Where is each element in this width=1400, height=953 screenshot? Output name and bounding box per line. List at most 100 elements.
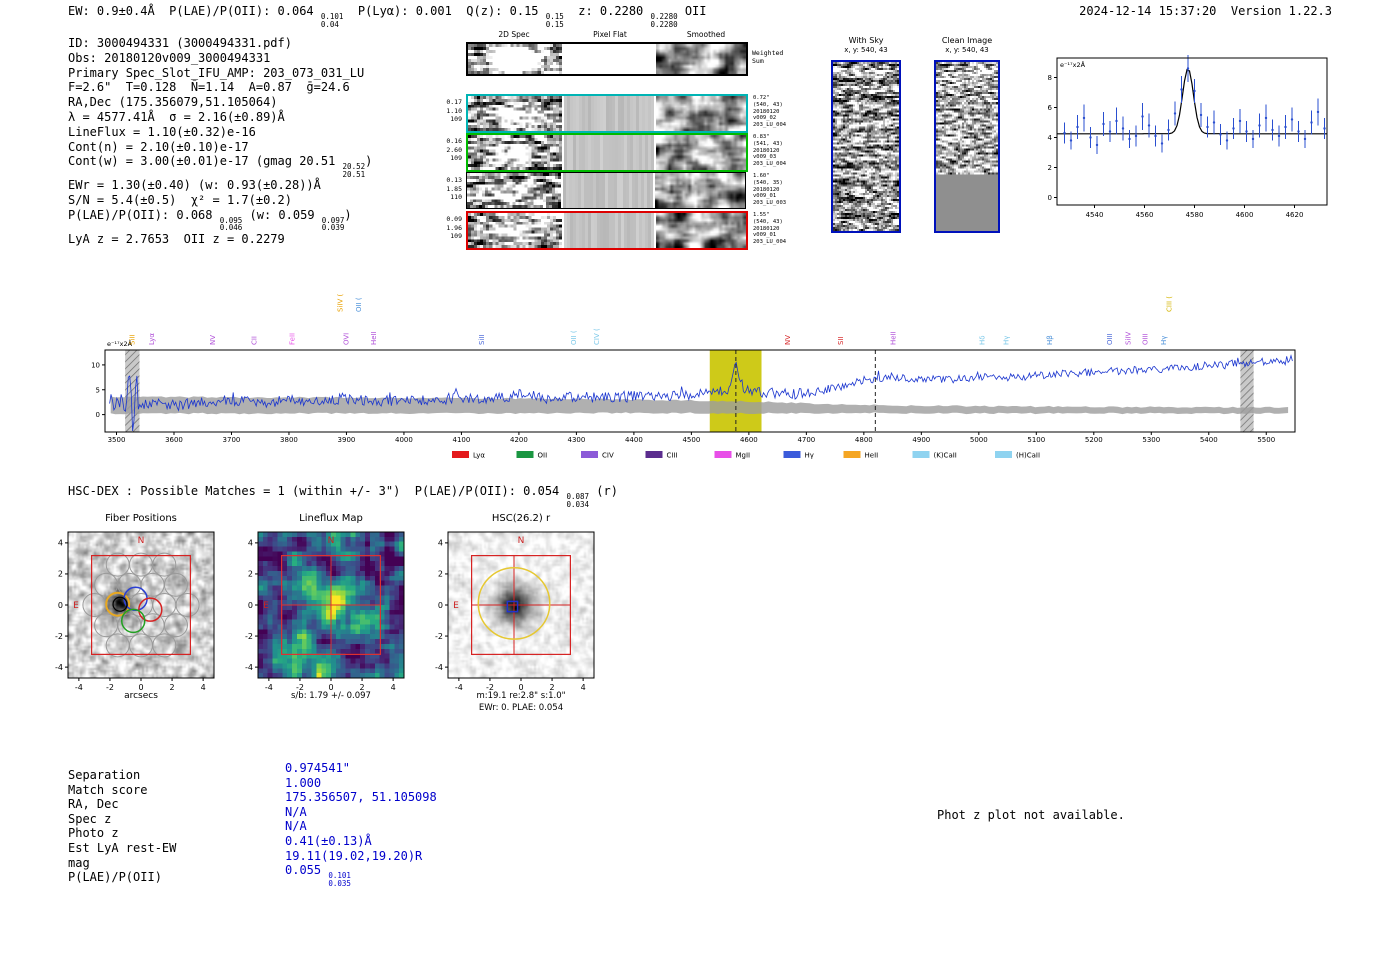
plot-text: E	[73, 601, 79, 611]
plot-text: Hβ	[1046, 335, 1054, 345]
plot-text: 4560	[1136, 211, 1154, 219]
plot-text: (H)CaII	[1016, 452, 1040, 460]
spec2d-image	[468, 213, 562, 248]
plot-text: 4540	[1086, 211, 1104, 219]
stacked-uncertainty: 20.52 20.51	[342, 162, 366, 179]
plot-text: 4600	[740, 436, 758, 444]
plot-text: 6	[1048, 104, 1053, 112]
plot-text: OII	[538, 452, 548, 460]
match-label: mag	[68, 855, 90, 870]
plot-text: 5	[96, 386, 100, 394]
plot-text: 3500	[108, 436, 126, 444]
plot-text: 10	[91, 361, 100, 369]
plot-text: -4	[245, 663, 253, 672]
plot-text: Hγ	[805, 452, 814, 460]
plot-text: Lyα	[148, 333, 156, 345]
plot-text: 4000	[395, 436, 413, 444]
fiber-cutout-row	[466, 94, 748, 133]
info-line-10: S/N = 5.4(±0.5) χ² = 1.7(±0.2)	[68, 193, 292, 208]
stacked-uncertainty: 0.101 0.035	[328, 871, 351, 888]
plot-text: 2	[1048, 164, 1052, 172]
plot-text: e⁻¹⁷x2Å	[1060, 60, 1086, 69]
match-row: mag 19.11(19.02,19.20)R	[68, 849, 437, 871]
hsc-cutout-xlabel2: EWr: 0. PLAE: 0.054	[478, 703, 564, 713]
elixer-report-page: EW: 0.9±0.4Å P(LAE)/P(OII): 0.064 0.101 0…	[0, 0, 1400, 953]
plot-text: 4600	[1236, 211, 1254, 219]
plot-text: 4800	[855, 436, 873, 444]
plot-text: 5000	[970, 436, 988, 444]
stacked-uncertainty: 0.095 0.046	[219, 215, 243, 233]
info-line-1: Obs: 20180120v009_3000494331	[68, 50, 271, 65]
plot-text: -2	[245, 632, 253, 641]
info-line-8: Cont(w) = 3.00(±0.01)e-17 (gmag 20.51 20…	[68, 154, 373, 179]
plot-text: Hγ	[1002, 336, 1010, 345]
row-annotation: 0.72" (540, 43) 20180120 v009_02 203_LU_…	[753, 95, 787, 129]
col-title-pixel-flat: Pixel Flat	[593, 30, 627, 39]
match-row: Photo z N/A	[68, 819, 437, 841]
plot-text: CIV (	[593, 328, 601, 345]
plot-text: 3800	[280, 436, 298, 444]
stacked-uncertainty: 0.2280 0.2280	[650, 12, 678, 29]
fiber-cutout-row	[466, 211, 748, 250]
match-value: 175.356507, 51.105098	[285, 790, 437, 805]
info-line-7: Cont(n) = 2.10(±0.10)e-17	[68, 139, 249, 154]
col-title-smoothed: Smoothed	[686, 30, 726, 39]
match-label: Photo z	[68, 826, 119, 841]
header-summary: EW: 0.9±0.4Å P(LAE)/P(OII): 0.064 0.101 0…	[68, 4, 707, 29]
plot-text: 4	[248, 539, 253, 548]
plot-text: 0	[96, 411, 100, 419]
plot-text: 4	[438, 539, 443, 548]
plot-text: -2	[435, 632, 443, 641]
pixel-flat-image	[563, 173, 653, 208]
plot-text: (K)CaII	[934, 452, 957, 460]
photz-note: Phot z plot not available.	[937, 808, 1125, 822]
detection-info-block: ID: 3000494331 (3000494331.pdf) Obs: 2018…	[68, 36, 372, 247]
plot-text: 4	[1048, 134, 1053, 142]
plot-text: 2	[248, 570, 253, 579]
clean-image	[936, 62, 998, 231]
info-line-5: λ = 4577.41Å σ = 2.16(±0.89)Å	[68, 109, 285, 124]
plot-text: 0	[438, 601, 443, 610]
plot-text: OII (	[570, 330, 578, 345]
smoothed-image	[656, 96, 746, 131]
plot-text: SiII	[478, 334, 486, 345]
row-weight-labels: 0.09 1.96 109	[446, 215, 462, 240]
pixel-flat-image	[564, 135, 654, 170]
match-row: Separation 0.974541"	[68, 761, 437, 783]
plot-text: SiIV (	[337, 294, 345, 312]
pixel-flat-image	[564, 96, 654, 131]
plot-text: 4900	[912, 436, 930, 444]
match-value: N/A	[285, 819, 307, 834]
smoothed-image	[656, 213, 746, 248]
match-row: Spec z N/A	[68, 805, 437, 827]
plot-text: HeII	[865, 452, 879, 460]
info-line-9: EWr = 1.30(±0.40) (w: 0.93(±0.28))Å	[68, 178, 321, 193]
plot-text: 5500	[1257, 436, 1275, 444]
plot-text: OIII	[1106, 333, 1114, 345]
match-value: 1.000	[285, 775, 322, 790]
match-value: 19.11(19.02,19.20)R	[285, 848, 423, 863]
plot-text: -4	[435, 663, 443, 672]
plot-text: 0	[1048, 194, 1052, 202]
plot-text: Hδ	[978, 335, 986, 345]
row-annotation: 1.55" (540, 43) 20180120 v009_01 203_LU_…	[753, 212, 787, 246]
info-line-3: F=2.6" T=0.128 N̄=1.14 A=0.87 ḡ=24.6	[68, 80, 350, 95]
with-sky-subtitle: x, y: 540, 43	[844, 46, 888, 54]
plot-text: E	[263, 601, 269, 611]
info-line-11: P(LAE)/P(OII): 0.068 0.095 0.046 (w: 0.05…	[68, 207, 352, 233]
match-row: RA, Dec 175.356507, 51.105098	[68, 790, 437, 812]
plot-text: CIV	[602, 452, 614, 460]
smoothed-image	[655, 173, 745, 208]
plot-text: 0	[58, 601, 63, 610]
plot-text: 5300	[1142, 436, 1160, 444]
row-weight-labels: 0.16 2.60 109	[446, 137, 462, 162]
info-line-12: LyA z = 2.7653 OII z = 0.2279	[68, 231, 285, 246]
fiber-positions-title: Fiber Positions	[105, 513, 177, 524]
row-weight-labels: 0.13 1.85 110	[446, 176, 462, 201]
plot-text: CIII (	[1166, 296, 1174, 312]
plot-text: 0	[248, 601, 253, 610]
plot-text: -4	[55, 663, 63, 672]
plot-text: 4500	[682, 436, 700, 444]
match-value: N/A	[285, 804, 307, 819]
plot-text: NV	[784, 335, 792, 345]
